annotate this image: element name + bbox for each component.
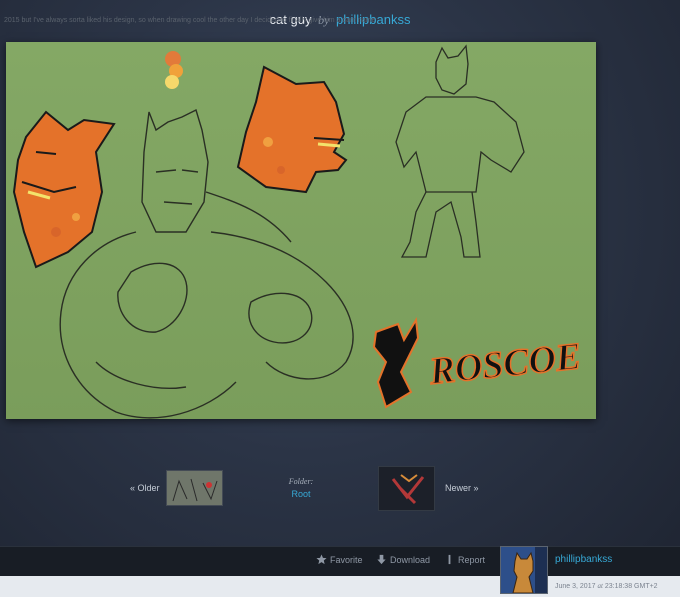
- artist-avatar[interactable]: [500, 546, 548, 594]
- older-thumbnail[interactable]: [166, 470, 223, 506]
- download-arrow-icon: [377, 554, 386, 565]
- report-button[interactable]: Report: [444, 554, 485, 565]
- folder-link[interactable]: Root: [284, 489, 318, 499]
- right-cat-head-sketch: [236, 65, 348, 194]
- left-cat-head-sketch: [12, 110, 116, 269]
- deviation-navigation: « Older Folder: Root Newer »: [0, 466, 680, 512]
- artwork-image[interactable]: ROSCOE: [6, 42, 596, 419]
- color-swatch-yellow: [165, 75, 179, 89]
- older-link[interactable]: « Older: [130, 483, 160, 493]
- folder-label: Folder:: [288, 477, 314, 486]
- roscoe-lettering: ROSCOE: [427, 335, 584, 393]
- avatar-image: [501, 547, 547, 593]
- download-label: Download: [390, 554, 431, 565]
- roscoe-logo: ROSCOE: [372, 316, 584, 409]
- favorite-label: Favorite: [330, 554, 363, 565]
- newer-thumbnail[interactable]: [378, 466, 435, 511]
- star-icon: [316, 554, 327, 565]
- download-button[interactable]: Download: [376, 554, 430, 565]
- post-date-day: June 3, 2017: [555, 583, 596, 590]
- newer-link[interactable]: Newer »: [445, 483, 479, 493]
- description-text: 2015 but I've always sorta liked his des…: [4, 17, 376, 24]
- at-word: at: [597, 582, 603, 590]
- post-date: June 3, 2017 at 23:18:38 GMT+2: [555, 582, 658, 590]
- artwork-drawing: ROSCOE: [12, 44, 584, 419]
- standing-cat-sketch: [395, 44, 525, 258]
- favorite-button[interactable]: Favorite: [316, 554, 363, 565]
- report-label: Report: [458, 554, 486, 565]
- folder-info: Folder: Root: [284, 477, 318, 499]
- older-thumbnail-image: [167, 471, 222, 505]
- report-flag-icon: [448, 554, 451, 565]
- post-date-time: 23:18:38 GMT+2: [604, 583, 658, 590]
- newer-thumbnail-image: [379, 467, 434, 510]
- artist-username[interactable]: phillipbankss: [555, 554, 612, 565]
